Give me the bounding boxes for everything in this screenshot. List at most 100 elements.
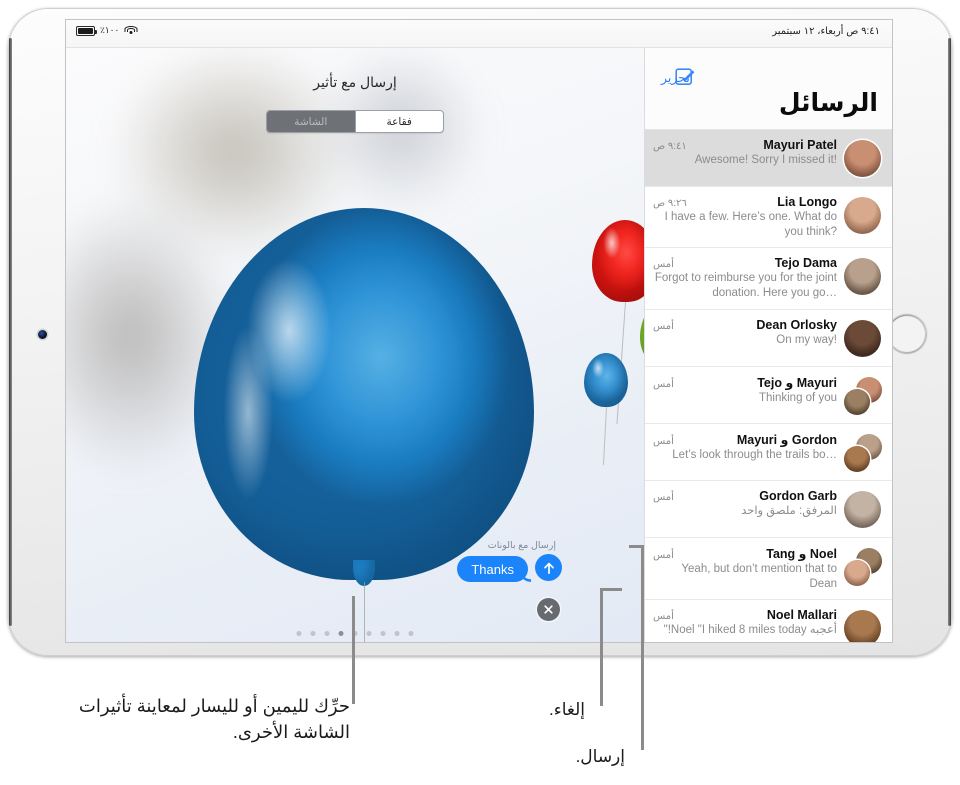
page-dot[interactable] [394,631,400,636]
effect-title: إرسال مع تأثير [313,74,397,90]
conversation-row[interactable]: Dean Orlosky أمس On my way! [645,309,892,367]
big-blue-balloon [194,208,534,642]
conversation-body: Gordon و Mayuri أمس Let’s look through the… [653,432,844,463]
page-dot[interactable] [310,631,316,636]
conversation-time: أمس [653,378,674,390]
wifi-icon [124,25,138,36]
home-button[interactable] [887,314,927,354]
conversation-row[interactable]: Mayuri Patel ٩:٤١ ص Awesome! Sorry I misse… [645,130,892,187]
conversation-preview: Yeah, but don’t mention that to Dean [681,562,837,590]
avatar [844,197,881,234]
conversation-body: Mayuri و Tejo أمس Thinking of you [653,375,844,406]
callout-send-text: إرسال. [575,747,625,766]
avatar [844,319,881,357]
conversation-time: أمس [653,435,674,447]
avatar [844,490,881,528]
edit-button[interactable]: تحرير [661,70,690,85]
avatar-group [844,490,882,529]
conversation-time: أمس [653,259,674,271]
conversation-row[interactable]: Lia Longo ٩:٢٦ ص I have a few. Here’s one.… [645,187,892,249]
avatar [844,610,881,642]
conversation-time: أمس [653,611,674,623]
status-bar: ٪١٠٠ ٩:٤١ ص أربعاء، ١٢ سبتمبر [66,20,892,48]
callout-cancel-text: إلغاء. [548,700,585,719]
avatar-group [844,376,882,415]
message-bubble: Thanks [457,556,528,582]
messages-header: تحرير الرسائل [645,48,892,130]
ipad-screen: ٪١٠٠ ٩:٤١ ص أربعاء، ١٢ سبتمبر إرسال مع ت… [66,20,892,642]
conversation-name: Lia Longo [777,195,837,209]
page-dot[interactable] [366,631,372,636]
leader-line-cancel-h [600,588,622,591]
conversation-row[interactable]: Noel Mallari أمس أعجبه Noel "I hiked 8 mil… [645,600,892,642]
segment-screen[interactable]: الشاشة [267,111,356,132]
page-dot[interactable] [296,631,302,636]
avatar-group [844,547,882,586]
conversation-name: Gordon Garb [759,488,837,503]
avatar-group [844,258,882,296]
conversation-time: أمس [653,491,674,503]
messages-list-pane[interactable]: تحرير الرسائل Mayuri Patel ٩:٤١ ص Awesome!… [644,48,892,642]
leader-line-swipe [352,596,355,704]
avatar [844,140,881,177]
effect-preview-pane[interactable]: إرسال مع تأثير فقاعة الشاشة إرسال مع بال… [66,48,644,642]
screenshot-root: ٪١٠٠ ٩:٤١ ص أربعاء، ١٢ سبتمبر إرسال مع ت… [0,0,960,785]
effect-type-segmented-control[interactable]: فقاعة الشاشة [266,110,444,133]
up-arrow-icon [543,562,554,574]
conversation-row[interactable]: Tejo Dama أمس Forgot to reimburse you for … [645,248,892,310]
conversation-preview: I have a few. Here’s one. What do you th… [664,211,837,238]
conversation-time: أمس [653,549,674,561]
conversation-row[interactable]: Gordon و Mayuri أمس Let’s look through the… [645,423,892,481]
conversation-name: Noel و Tang [766,546,837,561]
segment-bubble[interactable]: فقاعة [356,111,444,132]
conversation-preview: Forgot to reimburse you for the joint do… [654,272,837,300]
page-indicator-dots[interactable] [296,631,414,636]
battery-percent-label: ٪١٠٠ [100,25,120,35]
send-button[interactable] [535,554,562,581]
status-bar-datetime: ٩:٤١ ص أربعاء، ١٢ سبتمبر [772,26,880,37]
avatar [844,445,870,472]
conversation-preview: أعجبه Noel "I hiked 8 miles today!" [663,624,837,637]
avatar [844,258,881,296]
conversation-preview: Let’s look through the trails bo… [672,448,837,461]
conversation-name: Dean Orlosky [756,317,837,332]
small-blue-balloon [584,353,628,465]
device-edge-right [948,38,951,626]
conversation-row[interactable]: Gordon Garb أمس المرفق: ملصق واحد [645,480,892,538]
conversation-name: Gordon و Mayuri [736,432,837,447]
status-bar-left: ٪١٠٠ [76,25,138,36]
page-dot[interactable] [380,631,386,636]
conversation-body: Lia Longo ٩:٢٦ ص I have a few. Here’s one.… [653,195,844,239]
leader-line-send-v [641,545,644,750]
avatar [844,388,870,415]
conversation-row[interactable]: Noel و Tang أمس Yeah, but don’t mention th… [645,537,892,601]
avatar [844,559,870,586]
conversation-name: Tejo Dama [774,256,837,271]
conversation-name: Mayuri Patel [763,138,837,152]
page-dot[interactable] [324,631,330,636]
callout-swipe-text: حرِّك لليمين أو لليسار لمعاينة تأثيرات ا… [78,696,350,743]
battery-icon [76,25,97,36]
avatar-group [844,433,882,472]
page-dot-active[interactable] [338,631,344,636]
conversation-name: Mayuri و Tejo [757,375,837,390]
conversation-body: Gordon Garb أمس المرفق: ملصق واحد [653,489,844,519]
conversation-row[interactable]: Mayuri و Tejo أمس Thinking of you [645,366,892,424]
page-title: الرسائل [778,89,878,117]
page-dot[interactable] [408,631,414,636]
cancel-button[interactable] [537,598,560,621]
front-camera-icon [38,330,47,339]
conversation-body: Noel و Tang أمس Yeah, but don’t mention th… [653,546,844,591]
avatar-group [844,319,882,358]
leader-line-send-h [629,545,644,548]
avatar-group [844,610,882,642]
conversation-preview: Thinking of you [759,391,837,404]
conversation-list[interactable]: Mayuri Patel ٩:٤١ ص Awesome! Sorry I misse… [645,130,892,642]
conversation-body: Noel Mallari أمس أعجبه Noel "I hiked 8 mil… [653,608,844,638]
avatar-group [844,197,882,235]
conversation-preview: Awesome! Sorry I missed it! [694,154,837,166]
red-balloon [592,220,644,424]
conversation-time: أمس [653,320,674,332]
conversation-name: Noel Mallari [766,608,837,623]
leader-line-cancel-v [600,588,603,706]
